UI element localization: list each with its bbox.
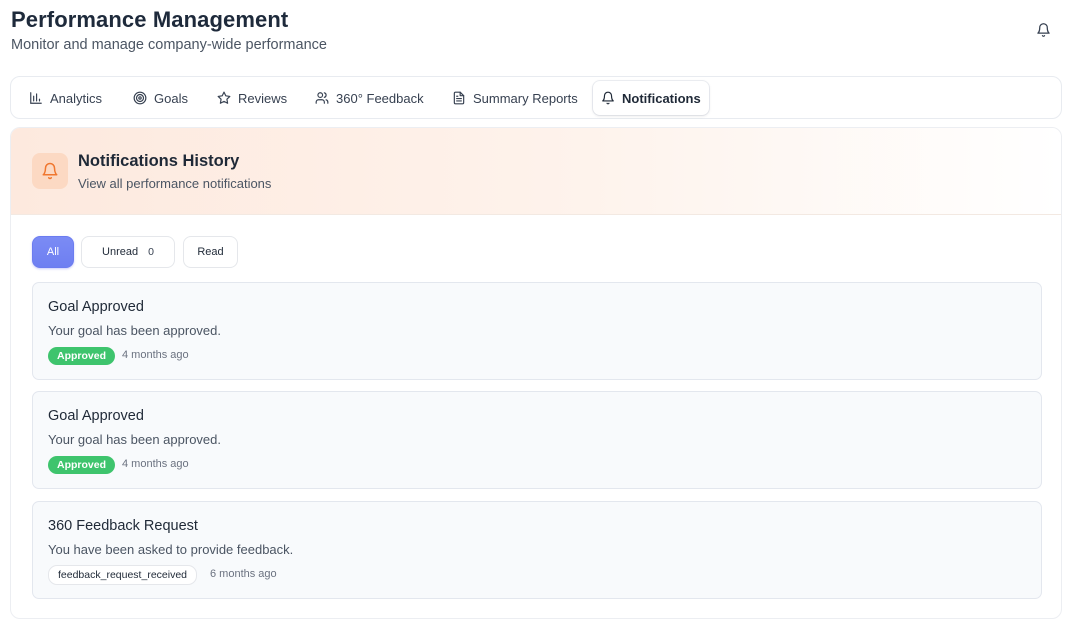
notification-title: Goal Approved (48, 299, 144, 315)
star-icon (217, 91, 231, 104)
panel-header: Notifications History View all performan… (11, 128, 1061, 215)
panel-title: Notifications History (78, 152, 240, 170)
filter-all-button[interactable]: All (32, 236, 74, 268)
tab-reviews[interactable]: Reviews (209, 81, 295, 115)
file-text-icon (453, 91, 465, 105)
notification-card[interactable]: Goal Approved Your goal has been approve… (32, 391, 1042, 489)
tab-360-feedback[interactable]: 360° Feedback (307, 81, 432, 115)
page-title: Performance Management (11, 7, 289, 32)
filter-label: All (46, 246, 60, 258)
notification-message: Your goal has been approved. (48, 432, 221, 447)
notification-card[interactable]: 360 Feedback Request You have been asked… (32, 501, 1042, 599)
notification-time: 4 months ago (122, 349, 189, 361)
tab-label: Reviews (238, 90, 288, 106)
filter-unread-button[interactable]: Unread 0 (81, 236, 175, 268)
notification-time: 6 months ago (210, 568, 277, 580)
tab-label: 360° Feedback (336, 90, 424, 106)
tab-goals[interactable]: Goals (125, 81, 196, 115)
tab-analytics[interactable]: Analytics (21, 81, 110, 115)
tab-bar: Analytics Goals Reviews 360° Feedback Su… (10, 76, 1062, 119)
tab-label: Notifications (622, 90, 701, 106)
filter-label: Read (197, 246, 224, 258)
notification-message: Your goal has been approved. (48, 323, 221, 338)
tab-label: Goals (154, 90, 188, 106)
notification-message: You have been asked to provide feedback. (48, 542, 294, 557)
bell-icon[interactable] (1034, 21, 1052, 39)
users-icon (315, 92, 329, 104)
page-subtitle: Monitor and manage company-wide performa… (11, 37, 327, 53)
notification-title: Goal Approved (48, 408, 144, 424)
bar-chart-icon (30, 92, 42, 104)
panel-subtitle: View all performance notifications (78, 176, 272, 191)
filter-label: Unread (102, 246, 139, 258)
tab-label: Summary Reports (473, 90, 578, 106)
bell-icon (32, 153, 68, 189)
type-badge: feedback_request_received (48, 565, 198, 585)
status-badge: Approved (48, 347, 116, 365)
tab-notifications[interactable]: Notifications (593, 81, 709, 115)
bell-icon (602, 91, 614, 105)
status-badge: Approved (48, 456, 116, 474)
filter-read-button[interactable]: Read (183, 236, 238, 268)
unread-count: 0 (148, 246, 154, 258)
tab-summary-reports[interactable]: Summary Reports (444, 81, 586, 115)
notification-card[interactable]: Goal Approved Your goal has been approve… (32, 282, 1042, 380)
notification-title: 360 Feedback Request (48, 518, 198, 534)
target-icon (133, 91, 147, 105)
notification-time: 4 months ago (122, 458, 189, 470)
tab-label: Analytics (50, 90, 103, 106)
notifications-panel: Notifications History View all performan… (10, 127, 1062, 619)
